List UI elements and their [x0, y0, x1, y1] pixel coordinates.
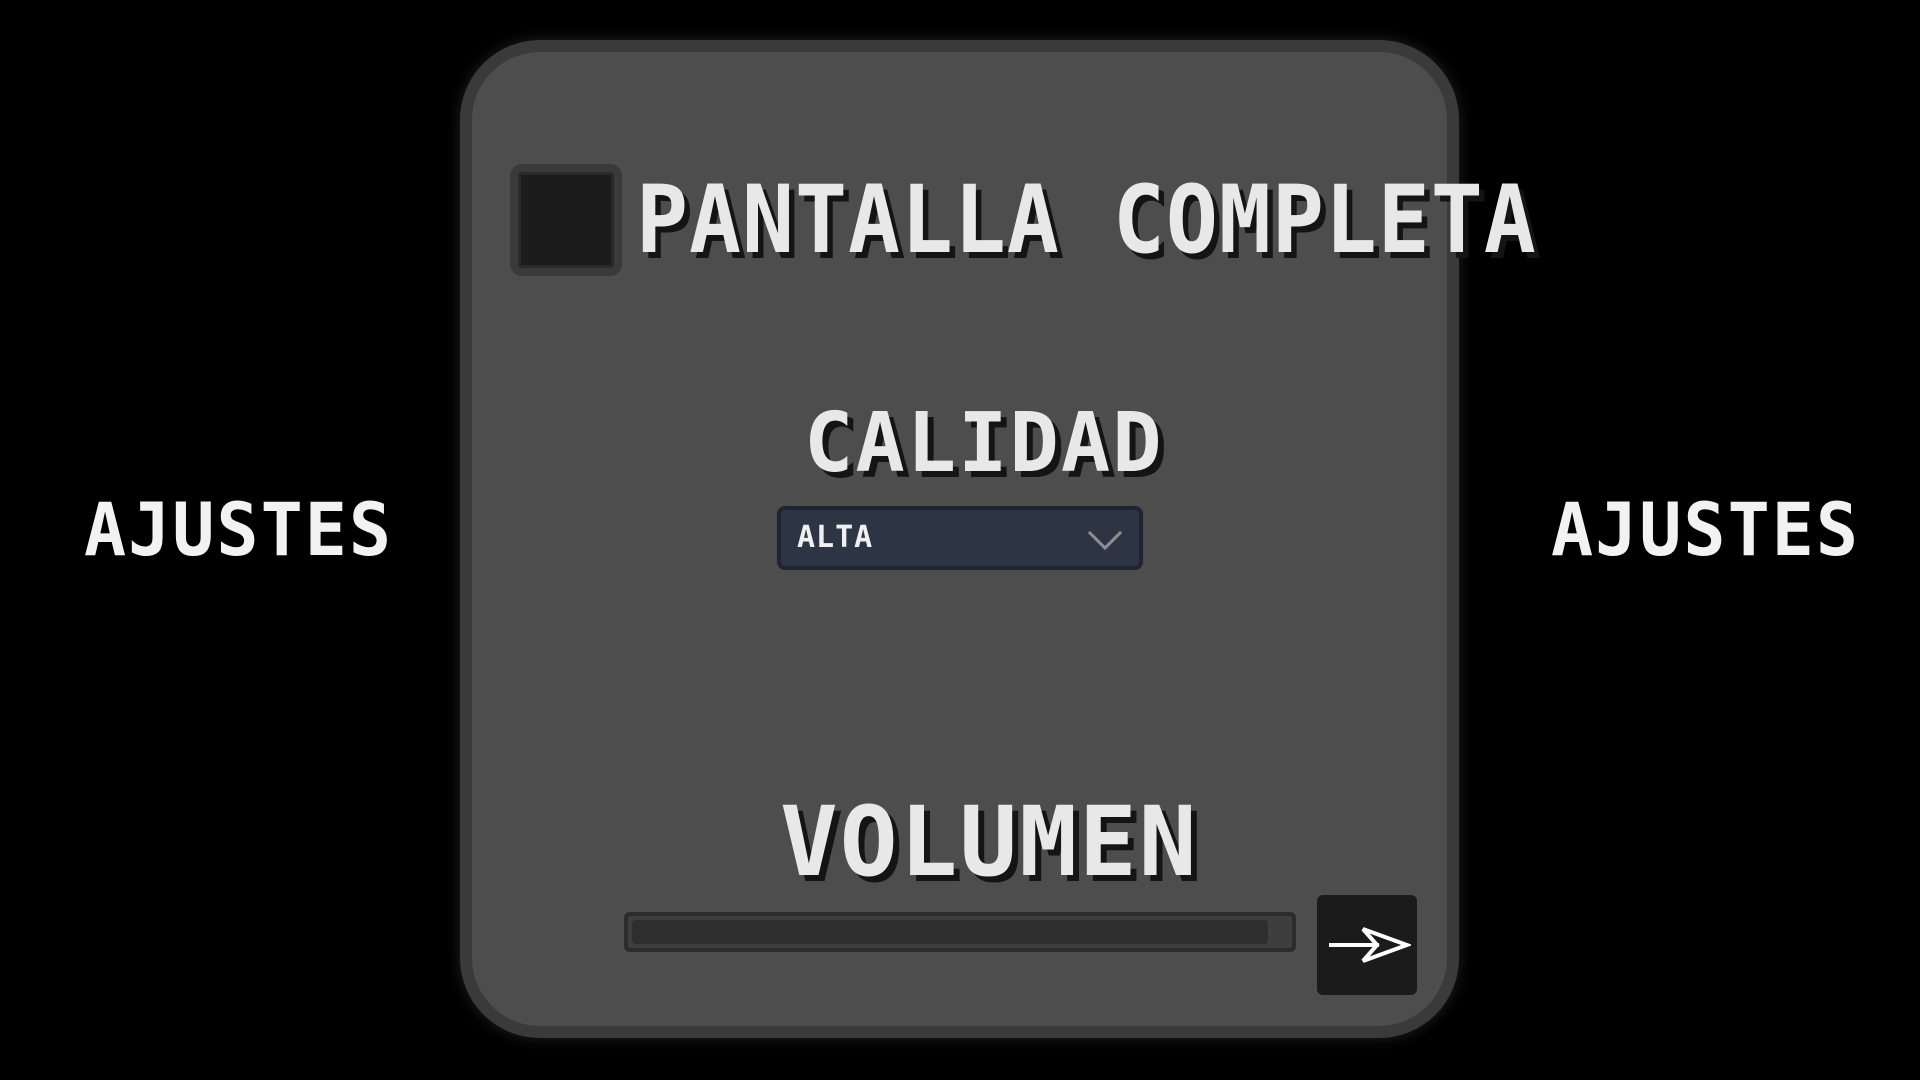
next-button[interactable]	[1317, 895, 1417, 995]
quality-dropdown-value: ALTA	[797, 520, 874, 555]
fullscreen-checkbox[interactable]	[510, 164, 622, 276]
side-title-left: AJUSTES	[84, 486, 394, 574]
quality-dropdown[interactable]: ALTA	[777, 506, 1143, 570]
arrow-right-icon	[1329, 927, 1411, 963]
volume-label: VOLUMEN	[780, 786, 1199, 898]
chevron-down-icon	[1087, 530, 1123, 551]
fullscreen-label: PANTALLA COMPLETA	[636, 166, 1537, 275]
volume-slider[interactable]	[624, 912, 1296, 952]
quality-label: CALIDAD	[804, 396, 1164, 491]
volume-slider-fill	[632, 920, 1268, 944]
side-title-right: AJUSTES	[1551, 486, 1861, 574]
